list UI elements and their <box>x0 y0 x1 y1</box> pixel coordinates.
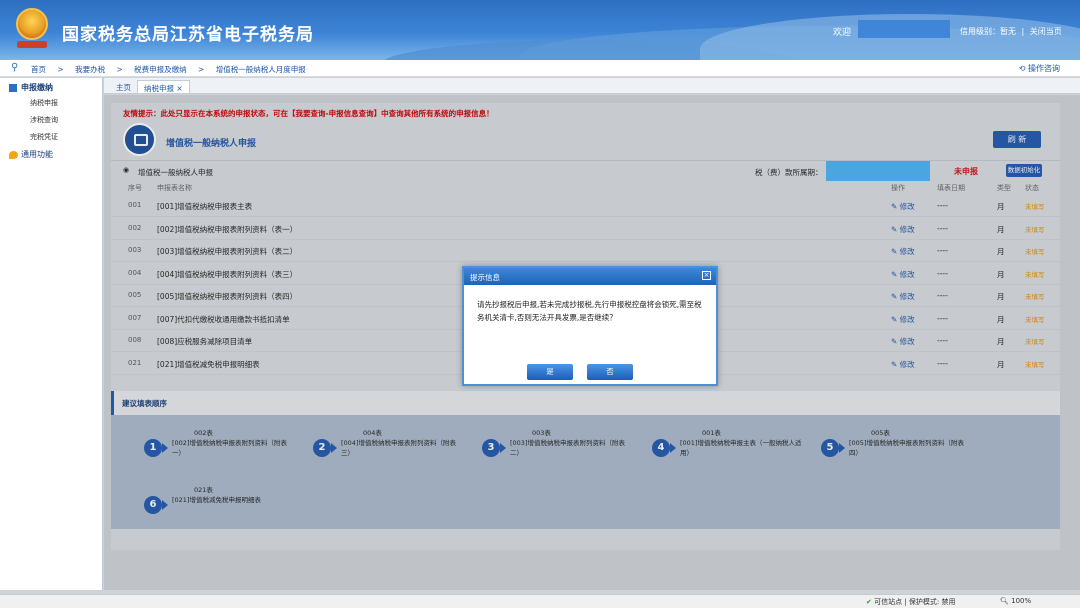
breadcrumb-home[interactable]: 首页 <box>31 65 46 74</box>
breadcrumb-declare-pay[interactable]: 税费申报及缴纳 <box>134 65 187 74</box>
breadcrumb-current: 增值税一般纳税人月度申报 <box>215 65 306 74</box>
tab-bar: 主页 纳税申报 × <box>104 78 1080 94</box>
close-icon[interactable]: × <box>702 271 711 280</box>
no-button[interactable]: 否 <box>587 364 633 380</box>
sidebar-item-query[interactable]: 涉税查询 <box>30 115 58 125</box>
chat-bubble-icon <box>9 150 18 159</box>
dialog-header: 提示信息 × <box>464 268 716 285</box>
tab-tax-declare[interactable]: 纳税申报 × <box>137 80 190 93</box>
location-pin-icon: ⚲ <box>11 62 19 73</box>
tab-home[interactable]: 主页 <box>110 80 137 93</box>
tax-emblem-logo <box>14 8 50 48</box>
site-header: 国家税务总局江苏省电子税务局 欢迎 信用级别：暂无 | 关闭当页 <box>0 0 1080 60</box>
browser-status-bar: 可信站点 | 保护模式: 禁用 🔍︎ 100% <box>0 594 1080 608</box>
welcome-text: 欢迎 <box>833 28 852 38</box>
refresh-icon: ⟲ <box>1018 64 1028 73</box>
sidebar-item-tax-declare[interactable]: 纳税申报 <box>30 98 58 108</box>
zoom-level[interactable]: 🔍︎ 100% <box>1000 597 1031 605</box>
sidebar-group-common[interactable]: 通用功能 <box>9 149 53 160</box>
dialog-title: 提示信息 <box>470 273 500 282</box>
close-page-link[interactable]: 关闭当页 <box>1030 27 1062 36</box>
yes-button[interactable]: 是 <box>527 364 573 380</box>
dialog-message: 请先抄报税后申报,若未完成抄报税,先行申报税控盘将会锁死,需至税务机关清卡,否则… <box>477 300 702 322</box>
site-title: 国家税务总局江苏省电子税务局 <box>62 25 314 45</box>
breadcrumb: ⚲ 首页 > 我要办税 > 税费申报及缴纳 > 增值税一般纳税人月度申报 ⟲ 操… <box>0 60 1080 77</box>
menu-square-icon <box>9 83 17 92</box>
trusted-zone-status: 可信站点 | 保护模式: 禁用 <box>866 597 955 607</box>
zoom-icon: 🔍︎ <box>1000 597 1012 605</box>
credit-level-link[interactable]: 信用级别：暂无 <box>960 27 1016 36</box>
breadcrumb-separator: > <box>116 65 123 74</box>
sidebar-group-declare[interactable]: 申报缴纳 <box>9 82 53 93</box>
breadcrumb-tax-office[interactable]: 我要办税 <box>75 65 105 74</box>
sidebar-item-certificate[interactable]: 完税凭证 <box>30 132 58 142</box>
breadcrumb-separator: > <box>57 65 64 74</box>
breadcrumb-separator: > <box>198 65 205 74</box>
help-consult-link[interactable]: ⟲ 操作咨询 <box>1019 63 1060 74</box>
separator: | <box>1021 27 1025 36</box>
sidebar: 申报缴纳 纳税申报 涉税查询 完税凭证 通用功能 <box>0 78 103 590</box>
prompt-dialog: 提示信息 × 请先抄报税后申报,若未完成抄报税,先行申报税控盘将会锁死,需至税务… <box>462 266 718 386</box>
username-redacted <box>858 20 950 38</box>
